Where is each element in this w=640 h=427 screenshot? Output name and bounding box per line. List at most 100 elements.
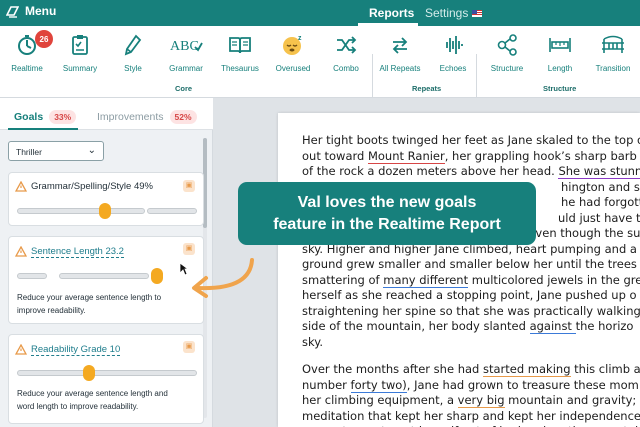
document-paragraph[interactable]: Over the months after she had started ma… (302, 362, 640, 427)
document-text: Her tight boots twinged her feet as Jane… (302, 133, 640, 147)
tool-summary[interactable]: Summary (51, 32, 109, 73)
goal-slider-knob[interactable] (151, 268, 164, 284)
tool-label: Style (124, 64, 142, 73)
document-line[interactable]: her climbing equipment, a very big mount… (302, 393, 640, 409)
document-text: uld just have to (558, 210, 640, 225)
document-text: number (302, 377, 351, 392)
document-line[interactable]: sky. (302, 335, 640, 351)
document-text: multicolored jewels in the gre (468, 272, 640, 287)
document-text: Over the months after she had (302, 362, 483, 376)
document-text: , Jane had grown to treasure these mom (406, 377, 639, 392)
menu-label: Menu (25, 4, 57, 18)
document-text: mountain and gravity; (504, 393, 637, 407)
tool-all-repeats[interactable]: All Repeats (371, 32, 429, 73)
document-line[interactable]: herself as she reached a stopping point,… (302, 288, 640, 304)
document-line[interactable]: ground grew smaller and smaller below he… (302, 257, 640, 273)
flagged-phrase: She was stunn (558, 164, 640, 179)
tool-transition[interactable]: Transition (584, 32, 640, 73)
goal-info-icon[interactable]: ▣ (183, 341, 195, 353)
tool-label: Realtime (11, 64, 43, 73)
tool-combo[interactable]: Combo (317, 32, 375, 73)
document-line[interactable]: straightening her spine so that she was … (302, 304, 640, 320)
goal-card-sentence-length[interactable]: Sentence Length 23.2 ▣ Reduce your avera… (8, 236, 204, 324)
tool-label: Summary (62, 64, 98, 73)
repeat-arrows-icon (392, 37, 408, 54)
nav-settings-label: Settings (425, 6, 469, 20)
document-text: this climb a (570, 362, 640, 376)
document-text: herself as she reached a stopping point,… (302, 288, 637, 302)
document-text: hington and she s (561, 179, 640, 194)
goal-slider-track[interactable] (17, 273, 47, 279)
goal-slider-target (147, 208, 197, 214)
document-line[interactable]: smattering of many different multicolore… (302, 272, 640, 289)
goal-slider-knob[interactable] (83, 365, 95, 381)
tool-thesaurus[interactable]: Thesaurus (211, 32, 269, 73)
genre-select-value: Thriller (16, 147, 42, 157)
tab-goals[interactable]: Goals 33% (14, 110, 77, 124)
menu-button[interactable]: Menu (6, 4, 56, 18)
tool-length[interactable]: Length (531, 32, 589, 73)
goal-title-link[interactable]: Sentence Length 23.2 (31, 246, 124, 258)
document-line[interactable]: out toward Mount Ranier, her grappling h… (302, 148, 640, 165)
mouse-pointer-icon (179, 262, 189, 276)
tool-grammar[interactable]: ABC Grammar (157, 32, 215, 73)
goal-description-line: Reduce your average sentence length and (17, 389, 168, 398)
goal-description-line: improve readability. (17, 306, 86, 315)
goal-title: Grammar/Spelling/Style 49% (31, 181, 153, 192)
genre-select[interactable]: Thriller ⌄ (8, 141, 104, 161)
tab-improvements[interactable]: Improvements 52% (97, 110, 197, 124)
goal-slider-target (59, 273, 149, 279)
goal-card-grammar[interactable]: Grammar/Spelling/Style 49% ▣ (8, 172, 204, 226)
goal-slider-track[interactable] (17, 370, 197, 376)
goal-info-icon[interactable]: ▣ (183, 180, 195, 192)
document-line[interactable]: number forty two), Jane had grown to tre… (302, 377, 640, 394)
group-label-structure: Structure (543, 84, 577, 93)
panel-tabs: Goals 33% Improvements 52% (0, 98, 213, 130)
document-line[interactable]: Over the months after she had started ma… (302, 362, 640, 378)
clipboard-icon (72, 35, 88, 55)
goal-info-icon[interactable]: ▣ (183, 243, 195, 255)
soundwave-icon (446, 36, 463, 54)
flagged-phrase: against (529, 319, 576, 334)
tool-realtime[interactable]: 26 Realtime (0, 30, 56, 73)
svg-text:ABC: ABC (170, 39, 199, 54)
us-flag-icon (472, 9, 483, 17)
goal-slider-track[interactable] (17, 208, 145, 214)
tool-label: Grammar (169, 64, 203, 73)
goal-slider-knob[interactable] (99, 203, 112, 219)
tool-label: Length (547, 64, 573, 73)
document-line[interactable]: of the rock a dozen meters above her hea… (302, 164, 640, 180)
document-text: he had forgotten h (561, 195, 640, 209)
tool-overused[interactable]: z Overused (264, 32, 322, 73)
ruler-icon (549, 38, 571, 52)
document-text: ground grew smaller and smaller below he… (302, 257, 637, 271)
document-line[interactable]: side of the mountain, her body slanted a… (302, 319, 640, 335)
nav-settings[interactable]: Settings (425, 6, 483, 20)
goal-description: Reduce your average sentence length and … (17, 387, 199, 413)
shuffle-icon (337, 36, 357, 54)
flagged-phrase: very big (457, 393, 505, 408)
document-page[interactable]: Her tight boots twinged her feet as Jane… (278, 113, 640, 427)
group-label-repeats: Repeats (412, 84, 442, 93)
tool-style[interactable]: Style (104, 32, 162, 73)
goal-description-line: word length to improve readability. (17, 402, 139, 411)
goal-title-link[interactable]: Readability Grade 10 (31, 344, 121, 356)
tab-goals-label: Goals (14, 111, 44, 123)
report-toolbar: 26 Realtime Summary Style ABC Grammar Th… (0, 26, 640, 98)
group-label-core: Core (175, 84, 193, 93)
warning-icon (15, 181, 27, 192)
document-text: straightening her spine so that she was … (302, 303, 640, 318)
group-divider (476, 54, 477, 98)
book-icon (229, 37, 251, 54)
tool-structure[interactable]: Structure (478, 32, 536, 73)
goal-card-readability[interactable]: Readability Grade 10 ▣ Reduce your avera… (8, 334, 204, 424)
document-line[interactable]: meditation that kept her sharp and kept … (302, 409, 640, 425)
document-line[interactable]: Her tight boots twinged her feet as Jane… (302, 133, 640, 149)
nav-reports[interactable]: Reports (369, 6, 414, 20)
chevron-down-icon: ⌄ (87, 145, 96, 156)
tool-echoes[interactable]: Echoes (424, 32, 482, 73)
curved-arrow-icon (192, 258, 254, 298)
callout-line: Val loves the new goals (297, 194, 477, 211)
sleepy-face-icon: z (283, 35, 302, 55)
document-text: , her grappling hook’s sharp barb (444, 148, 637, 163)
